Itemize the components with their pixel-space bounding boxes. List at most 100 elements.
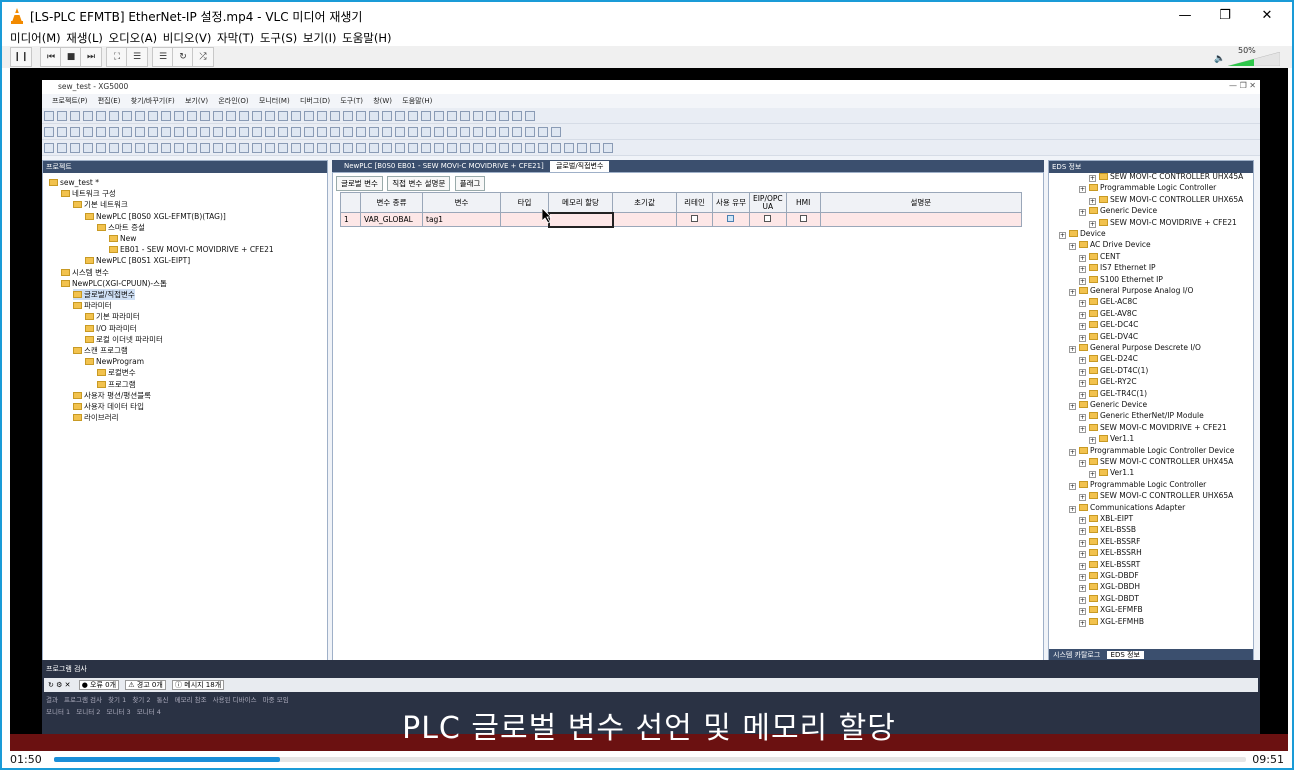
toolbar-icon[interactable] (148, 143, 158, 153)
expand-icon[interactable]: + (1079, 186, 1086, 194)
toolbar-icon[interactable] (525, 143, 535, 153)
cell-init[interactable] (612, 212, 677, 227)
toolbar-icon[interactable] (473, 127, 483, 137)
project-tree-item[interactable]: 라이브러리 (73, 412, 119, 423)
toolbar-icon[interactable] (252, 127, 262, 137)
toolbar-icon[interactable] (356, 111, 366, 121)
toolbar-icon[interactable] (187, 143, 197, 153)
toolbar-icon[interactable] (304, 111, 314, 121)
project-tree-item[interactable]: 프로그램 (97, 379, 136, 390)
toolbar-icon[interactable] (278, 127, 288, 137)
seek-bar[interactable] (54, 757, 1246, 762)
toolbar-icon[interactable] (70, 127, 80, 137)
toolbar-icon[interactable] (551, 143, 561, 153)
toolbar-icon[interactable] (512, 127, 522, 137)
project-tree-item[interactable]: EB01 - SEW MOVI-C MOVIDRIVE + CFE21 (109, 244, 274, 255)
toolbar-icon[interactable] (291, 111, 301, 121)
cell-var-name[interactable]: tag1 (422, 212, 501, 227)
pause-icon[interactable]: ❙❙ (10, 47, 32, 67)
expand-icon[interactable]: + (1079, 425, 1086, 433)
eds-tree-item[interactable]: + XGL-DBDT (1079, 593, 1139, 604)
toolbar-icon[interactable] (330, 127, 340, 137)
expand-icon[interactable]: + (1069, 289, 1076, 296)
cell-retain[interactable] (676, 212, 713, 227)
error-badge[interactable]: ● 오류 0개 (78, 680, 120, 690)
previous-icon[interactable]: ⏮ (40, 47, 62, 67)
toolbar-icon[interactable] (226, 127, 236, 137)
menu-video[interactable]: 비디오(V) (163, 31, 212, 45)
table-row[interactable]: 1 VAR_GLOBAL tag1 (340, 211, 1023, 228)
eds-tree-item[interactable]: + Ver1.1 (1089, 467, 1134, 479)
toolbar-icon[interactable] (252, 143, 262, 153)
eds-tree-item[interactable]: + XBL-EIPT (1079, 513, 1133, 524)
eds-tree-item[interactable]: + IS7 Ethernet IP (1079, 262, 1156, 274)
toolbar-icon[interactable] (213, 127, 223, 137)
next-icon[interactable]: ⏭ (80, 47, 102, 67)
menu-audio[interactable]: 오디오(A) (109, 31, 158, 45)
used-checkbox[interactable] (727, 215, 735, 222)
expand-icon[interactable]: + (1079, 357, 1086, 365)
toolbar-icon[interactable] (174, 111, 184, 121)
eds-tree-item[interactable]: + Device (1059, 228, 1106, 239)
expand-icon[interactable]: + (1079, 460, 1086, 467)
toolbar-icon[interactable] (44, 127, 54, 137)
toolbar-icon[interactable] (447, 111, 457, 121)
eds-tree-item[interactable]: + GEL-DT4C(1) (1079, 365, 1148, 376)
eds-tree-item[interactable]: + XGL-DBDH (1079, 581, 1140, 593)
eds-tree-item[interactable]: + SEW MOVI-C CONTROLLER UHX65A (1089, 194, 1243, 205)
toolbar-icon[interactable] (447, 127, 457, 137)
cell-comment[interactable] (819, 212, 1023, 227)
doc-tab-global-vars[interactable]: 글로벌/직접변수 (550, 161, 610, 172)
playlist-icon[interactable]: ☰ (152, 47, 174, 67)
expand-icon[interactable]: + (1069, 243, 1076, 251)
project-tree-item[interactable]: 파라미터 (73, 300, 112, 311)
refresh-icon[interactable]: ↻ ⚙ ✕ (48, 681, 70, 689)
toolbar-icon[interactable] (434, 111, 444, 121)
toolbar-icon[interactable] (408, 111, 418, 121)
expand-icon[interactable]: + (1079, 414, 1086, 422)
expand-icon[interactable]: + (1079, 574, 1086, 581)
menu-tools[interactable]: 도구(S) (260, 31, 297, 45)
toolbar-icon[interactable] (525, 127, 535, 137)
expand-icon[interactable]: + (1089, 220, 1096, 228)
toolbar-icon[interactable] (395, 127, 405, 137)
project-tree-item[interactable]: 사용자 데이터 타입 (73, 401, 144, 412)
toolbar-icon[interactable] (330, 143, 340, 153)
toolbar-icon[interactable] (239, 143, 249, 153)
eds-tree-item[interactable]: + XGL-EFMHB (1079, 616, 1144, 627)
expand-icon[interactable]: + (1079, 311, 1086, 319)
toolbar-icon[interactable] (382, 111, 392, 121)
eds-tree-item[interactable]: + Ver1.1 (1089, 433, 1134, 445)
eds-tree-item[interactable]: + Generic Device (1079, 205, 1157, 217)
eds-tree-item[interactable]: + Generic Device (1069, 399, 1147, 410)
toolbar-icon[interactable] (538, 127, 548, 137)
xg-menu-item[interactable]: 찾기/바꾸기(F) (131, 97, 175, 105)
eds-tree-item[interactable]: + SEW MOVI-C CONTROLLER UHX65A (1079, 490, 1233, 502)
expand-icon[interactable]: + (1079, 380, 1086, 388)
xg-menu-item[interactable]: 온라인(O) (218, 97, 248, 105)
toolbar-icon[interactable] (473, 111, 483, 121)
toolbar-icon[interactable] (148, 111, 158, 121)
toolbar-icon[interactable] (486, 143, 496, 153)
tab-global-variables[interactable]: 글로벌 변수 (336, 176, 383, 191)
toolbar-icon[interactable] (174, 127, 184, 137)
toolbar-icon[interactable] (135, 127, 145, 137)
project-tree-item[interactable]: 스마트 증설 (97, 222, 145, 233)
toolbar-icon[interactable] (317, 111, 327, 121)
toolbar-icon[interactable] (499, 127, 509, 137)
eds-tree-item[interactable]: + SEW MOVI-C MOVIDRIVE + CFE21 (1089, 217, 1237, 228)
toolbar-icon[interactable] (343, 127, 353, 137)
cell-used[interactable] (712, 212, 750, 227)
expand-icon[interactable]: + (1089, 197, 1096, 205)
project-tree-item[interactable]: 로컬변수 (97, 367, 136, 378)
eds-tree-item[interactable]: + GEL-RY2C (1079, 376, 1137, 388)
eds-tree-item[interactable]: + AC Drive Device (1069, 239, 1151, 251)
expand-icon[interactable]: + (1059, 232, 1066, 239)
toolbar-icon[interactable] (239, 111, 249, 121)
toolbar-icon[interactable] (70, 111, 80, 121)
toolbar-icon[interactable] (278, 111, 288, 121)
expand-icon[interactable]: + (1079, 266, 1086, 274)
toolbar-icon[interactable] (577, 143, 587, 153)
project-tree-item[interactable]: 네트워크 구성 (61, 188, 116, 199)
expand-icon[interactable]: + (1089, 471, 1096, 479)
